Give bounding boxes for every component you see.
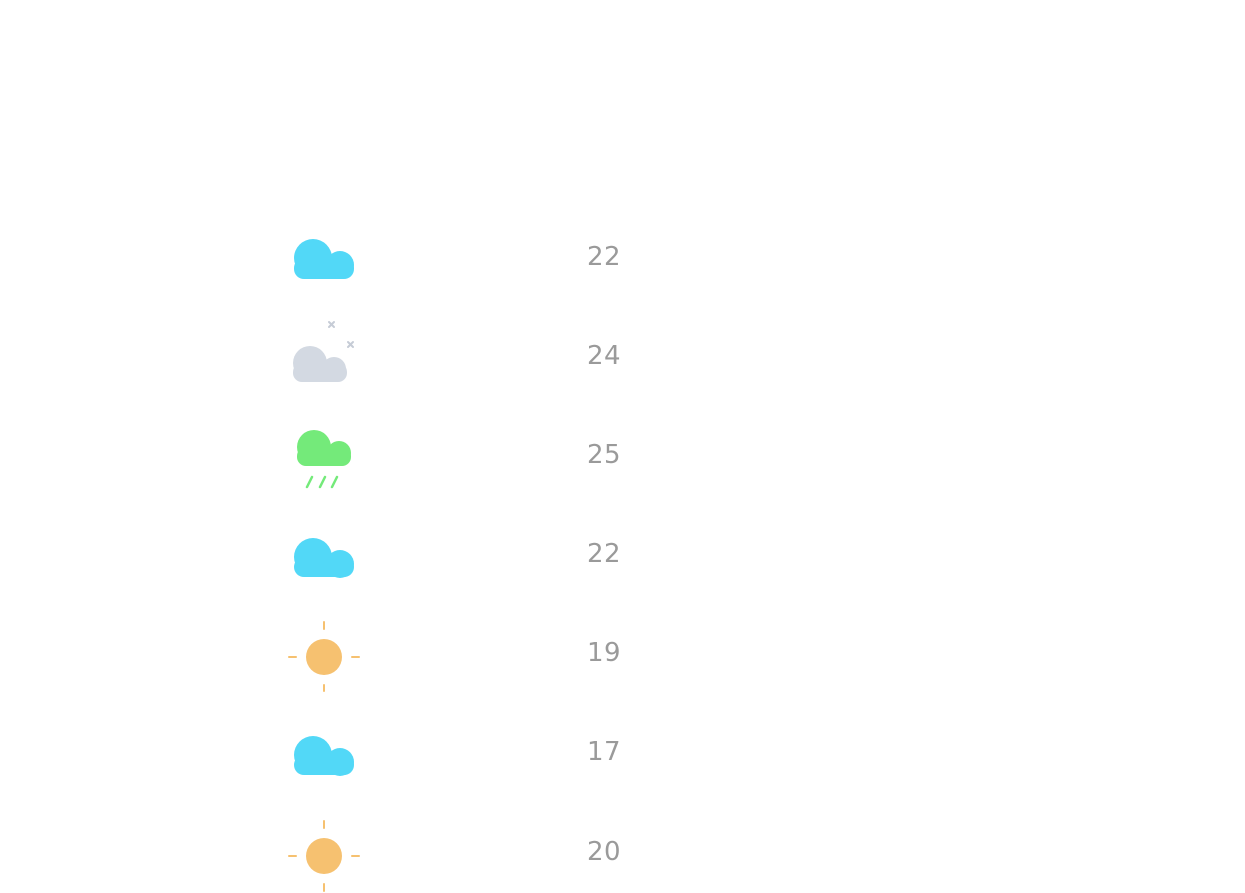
temperature: 19 <box>587 638 622 668</box>
forecast-row: 24 <box>280 317 640 397</box>
temperature: 25 <box>587 440 622 470</box>
forecast-row: 25 <box>280 416 640 496</box>
temperature: 22 <box>587 539 622 569</box>
rain-cloud-icon <box>280 416 370 496</box>
snow-cloud-icon <box>280 317 370 397</box>
cloud-icon <box>280 218 370 298</box>
forecast-row: 19 <box>280 614 640 694</box>
sun-icon <box>280 813 370 893</box>
cloud-icon <box>280 713 370 793</box>
temperature: 24 <box>587 341 622 371</box>
forecast-row: 20 <box>280 813 640 893</box>
forecast-row: 22 <box>280 218 640 298</box>
sun-icon <box>280 614 370 694</box>
forecast-row: 17 <box>280 713 640 793</box>
temperature: 20 <box>587 837 622 867</box>
forecast-list: 22 24 25 22 19 17 20 <box>0 0 1245 893</box>
forecast-row: 22 <box>280 515 640 595</box>
temperature: 17 <box>587 737 622 767</box>
temperature: 22 <box>587 242 622 272</box>
cloud-icon <box>280 515 370 595</box>
